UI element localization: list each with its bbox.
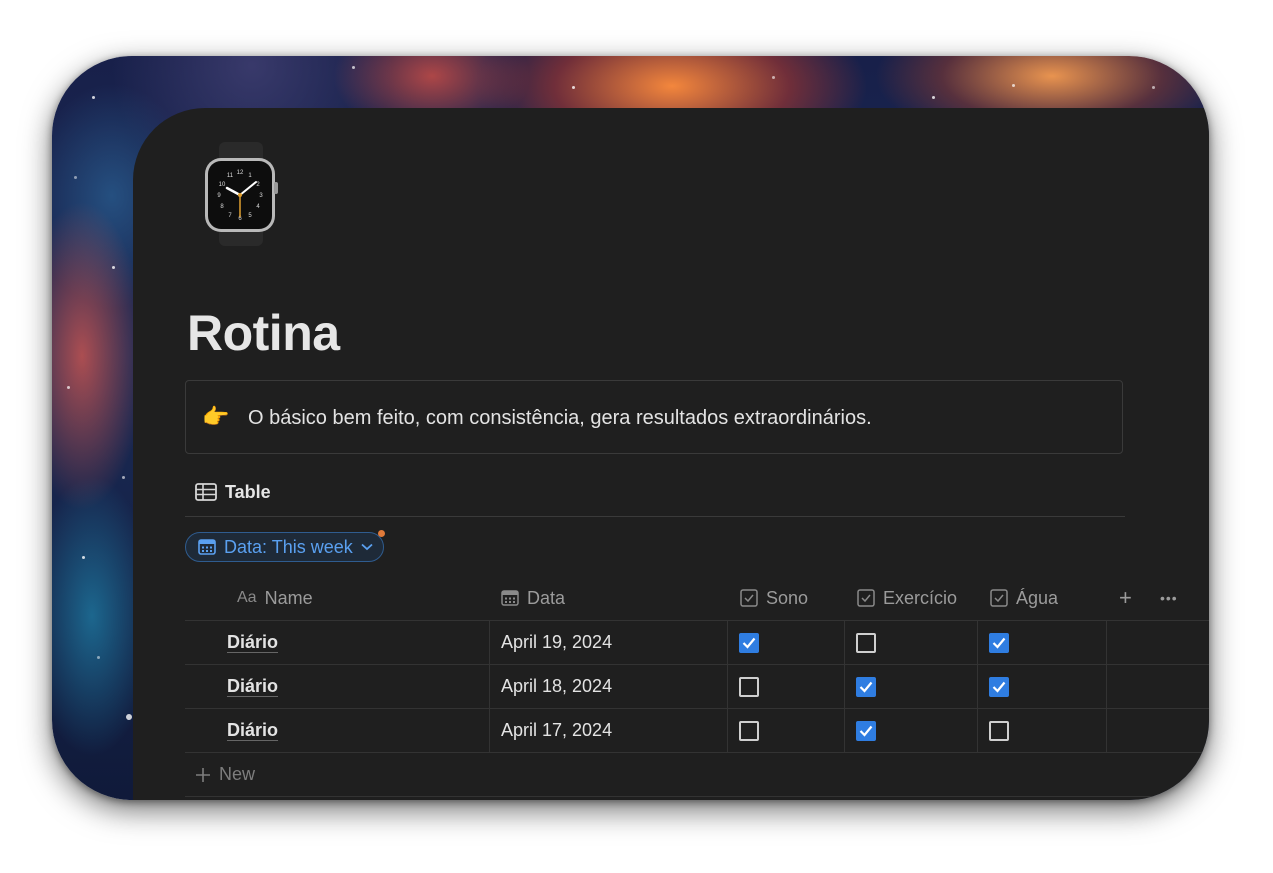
checkbox-property-icon (857, 589, 875, 607)
agua-checkbox[interactable] (989, 676, 1009, 697)
plus-icon (196, 767, 210, 782)
sono-checkbox[interactable] (739, 632, 759, 653)
app-window-frame: 12 11 1 10 2 93 84 756 Rotina 👉 O básico be… (52, 56, 1209, 800)
table-row[interactable]: Diário April 17, 2024 (185, 709, 1209, 753)
wristwatch-icon[interactable]: 1211 1 10 2 93 84 7 56 (203, 142, 279, 246)
column-label: Data (527, 587, 566, 608)
checkbox-property-icon (740, 589, 758, 607)
exercicio-checkbox[interactable] (856, 720, 876, 741)
row-name-link[interactable]: Diário (227, 632, 278, 653)
row-date[interactable]: April 18, 2024 (501, 665, 612, 708)
calendar-icon (501, 590, 519, 606)
row-name-link[interactable]: Diário (227, 720, 278, 741)
column-header-data[interactable]: Data (501, 576, 565, 620)
view-tab-table[interactable]: Table (195, 480, 271, 504)
new-row-label: New (219, 764, 256, 784)
column-header-name[interactable]: Aa Name (237, 576, 313, 620)
column-header-exercicio[interactable]: Exercício (857, 576, 957, 620)
filter-active-indicator (377, 530, 385, 537)
view-tab-label: Table (225, 481, 271, 502)
text-property-icon: Aa (237, 589, 257, 606)
table-row[interactable]: Diário April 19, 2024 (185, 621, 1209, 665)
filter-chip-label: Data: This week (224, 536, 353, 557)
svg-text:11: 11 (227, 173, 234, 179)
exercicio-checkbox[interactable] (856, 676, 876, 697)
column-label: Água (1016, 587, 1059, 608)
filter-chip-date[interactable]: Data: This week (185, 530, 385, 562)
more-options-button[interactable]: ••• (1160, 576, 1178, 620)
notion-page: 12 11 1 10 2 93 84 756 Rotina 👉 O básico be… (133, 108, 1209, 800)
exercicio-checkbox[interactable] (856, 632, 876, 653)
table-row[interactable]: Diário April 18, 2024 (185, 665, 1209, 709)
column-label: Name (264, 587, 313, 608)
callout-block[interactable]: 👉 O básico bem feito, com consistência, … (185, 380, 1123, 454)
row-name-link[interactable]: Diário (227, 676, 278, 697)
agua-checkbox[interactable] (989, 632, 1009, 653)
checkbox-property-icon (990, 589, 1008, 607)
page-title[interactable]: Rotina (187, 304, 340, 362)
svg-text:10: 10 (219, 182, 226, 188)
new-row-button[interactable]: New (185, 753, 1209, 797)
chevron-down-icon (361, 543, 373, 551)
column-label: Sono (766, 587, 809, 608)
table-header: Aa Name Data Sono Exercício Água + ••• (185, 576, 1209, 621)
agua-checkbox[interactable] (989, 720, 1009, 741)
table-icon (195, 483, 217, 501)
svg-text:12: 12 (237, 170, 244, 176)
database-table: Aa Name Data Sono Exercício Água + ••• D… (185, 576, 1209, 797)
column-header-agua[interactable]: Água (990, 576, 1058, 620)
callout-text[interactable]: O básico bem feito, com consistência, ge… (248, 407, 872, 430)
calendar-icon (198, 539, 216, 555)
row-date[interactable]: April 19, 2024 (501, 621, 612, 664)
row-date[interactable]: April 17, 2024 (501, 709, 612, 752)
add-property-button[interactable]: + (1119, 576, 1132, 620)
backhand-index-pointing-right-icon[interactable]: 👉 (202, 405, 229, 429)
sono-checkbox[interactable] (739, 676, 759, 697)
column-label: Exercício (883, 587, 958, 608)
column-header-sono[interactable]: Sono (740, 576, 808, 620)
sono-checkbox[interactable] (739, 720, 759, 741)
view-divider (185, 516, 1125, 517)
